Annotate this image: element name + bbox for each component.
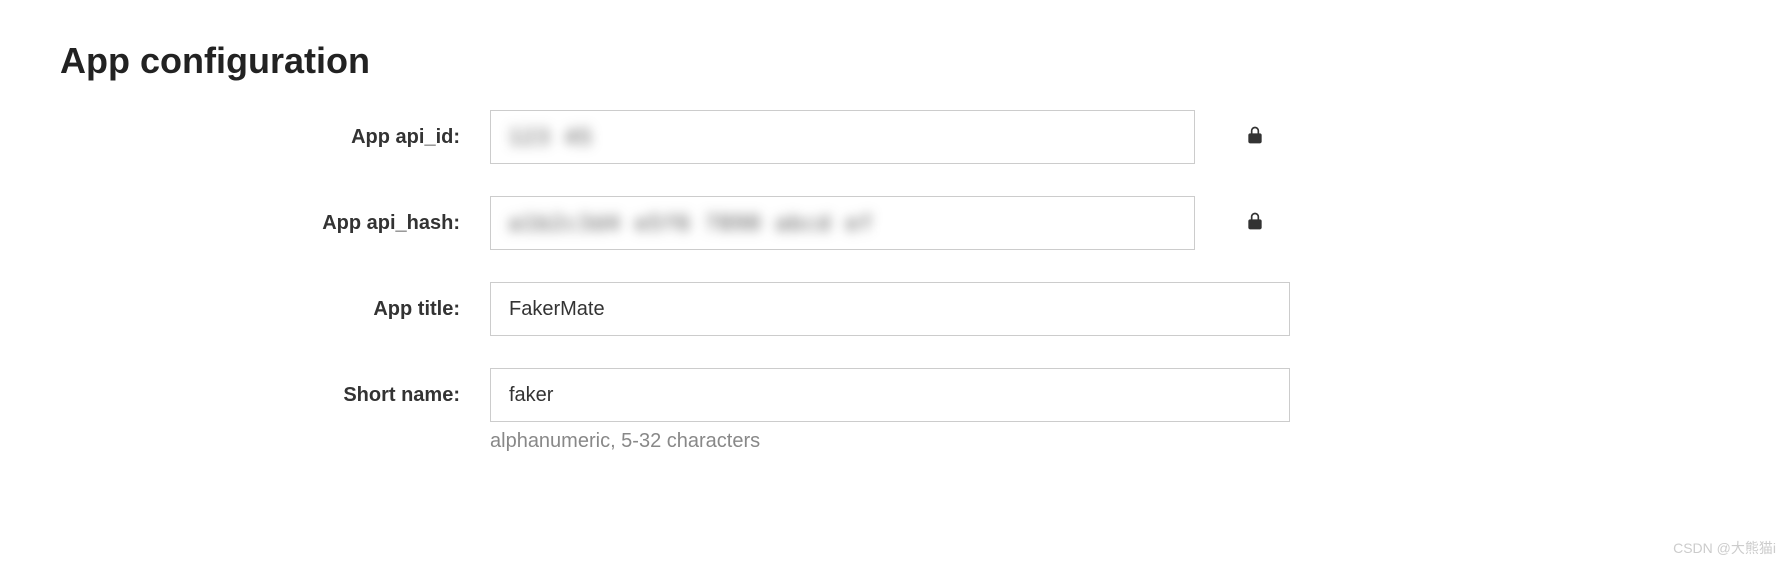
row-api-hash: App api_hash: a1b2c3d4 e5f6 7890 abcd ef <box>60 196 1732 250</box>
row-api-id: App api_id: 123 45 <box>60 110 1732 164</box>
api-id-value: 123 45 <box>490 110 1195 164</box>
page-title: App configuration <box>60 40 1732 82</box>
label-app-title: App title: <box>60 298 490 321</box>
row-short-name: Short name: <box>60 368 1732 422</box>
watermark: CSDN @大熊猫i <box>1673 538 1776 558</box>
row-app-title: App title: <box>60 282 1732 336</box>
short-name-input[interactable] <box>490 368 1290 422</box>
lock-icon <box>1245 124 1265 151</box>
short-name-helper-row: alphanumeric, 5-32 characters <box>60 430 1732 453</box>
label-api-hash: App api_hash: <box>60 212 490 235</box>
label-api-id: App api_id: <box>60 126 490 149</box>
short-name-helper: alphanumeric, 5-32 characters <box>490 430 760 453</box>
lock-icon <box>1245 210 1265 237</box>
label-short-name: Short name: <box>60 384 490 407</box>
app-title-input[interactable] <box>490 282 1290 336</box>
api-hash-value: a1b2c3d4 e5f6 7890 abcd ef <box>490 196 1195 250</box>
